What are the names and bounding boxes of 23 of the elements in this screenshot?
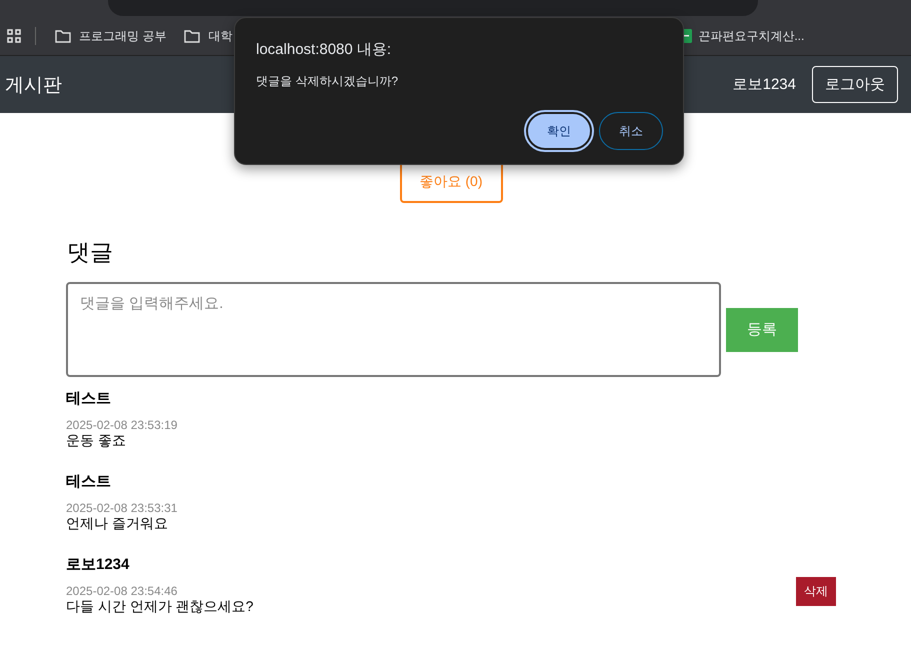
folder-icon xyxy=(184,29,200,43)
comment-author: 테스트 xyxy=(66,389,112,408)
bookmark[interactable]: 대학 xyxy=(179,24,238,48)
username: 로보1234 xyxy=(732,75,796,94)
dialog-message: 댓글을 삭제하시겠습니까? xyxy=(256,73,400,90)
delete-button[interactable]: 삭제 xyxy=(796,576,836,606)
comment-author: 로보1234 xyxy=(66,555,130,574)
comment-text: 운동 좋죠 xyxy=(66,432,127,450)
comment-text: 언제나 즐거워요 xyxy=(66,515,169,533)
dialog-title: localhost:8080 내용: xyxy=(256,40,392,59)
bookmark[interactable]: 프로그래밍 공부 xyxy=(50,24,172,48)
comment-author: 테스트 xyxy=(66,472,112,491)
apps-grid-icon[interactable] xyxy=(7,29,21,43)
comments-heading: 댓글 xyxy=(67,238,114,267)
comment-date: 2025-02-08 23:53:31 xyxy=(66,501,178,515)
comment-text: 다들 시간 언제가 괜찮으세요? xyxy=(66,598,254,616)
confirm-button[interactable]: 확인 xyxy=(526,112,592,150)
logout-button[interactable]: 로그아웃 xyxy=(812,66,898,103)
cancel-button[interactable]: 취소 xyxy=(599,112,663,150)
comment-input-field[interactable]: 댓글을 입력해주세요. xyxy=(66,282,721,377)
folder-icon xyxy=(55,29,71,43)
comment-date: 2025-02-08 23:53:19 xyxy=(66,418,178,432)
comment-date: 2025-02-08 23:54:46 xyxy=(66,584,178,598)
